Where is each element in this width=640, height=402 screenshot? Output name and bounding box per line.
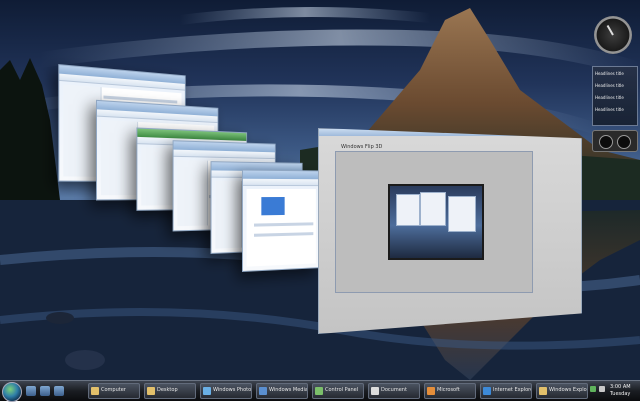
- taskbar-button[interactable]: Microsoft: [424, 383, 476, 399]
- window-sidebar: [100, 119, 138, 196]
- window-content: [335, 151, 533, 293]
- feed-item[interactable]: Headlines title: [595, 71, 635, 76]
- mini-window: [420, 192, 446, 226]
- quick-launch: [24, 384, 84, 398]
- content-line: [253, 222, 314, 227]
- taskbar-button[interactable]: Windows Explorer: [536, 383, 588, 399]
- folder-icon: [91, 387, 99, 395]
- image-thumbnail: [260, 196, 285, 216]
- taskbar-button[interactable]: Windows Media: [256, 383, 308, 399]
- volume-icon[interactable]: [599, 386, 605, 392]
- photo-icon: [203, 387, 211, 395]
- feed-item[interactable]: Headlines title: [595, 83, 635, 88]
- window-sidebar: [141, 147, 175, 206]
- mini-window: [396, 194, 420, 226]
- clock-hand: [606, 24, 614, 36]
- app-icon: [427, 387, 435, 395]
- taskbar-button[interactable]: Desktop: [144, 383, 196, 399]
- feed-item[interactable]: Headlines title: [595, 107, 635, 112]
- window-sidebar: [177, 160, 208, 227]
- stacked-window[interactable]: [241, 169, 321, 273]
- window-title: Windows Flip 3D: [341, 144, 383, 150]
- document-icon: [371, 387, 379, 395]
- folder-icon: [147, 387, 155, 395]
- media-icon: [259, 387, 267, 395]
- cpu-meter-icon[interactable]: [592, 130, 638, 152]
- flip3d-stack: Windows Flip 3D: [0, 0, 640, 380]
- windows-orb-icon[interactable]: [2, 382, 22, 402]
- taskbar-button[interactable]: Windows Photo: [200, 383, 252, 399]
- feed-headlines-gadget[interactable]: Headlines title Headlines title Headline…: [592, 66, 638, 126]
- mini-window: [448, 196, 476, 232]
- window-toolbar: [173, 149, 275, 160]
- feed-item[interactable]: Headlines title: [595, 95, 635, 100]
- folder-icon: [539, 387, 547, 395]
- window-toolbar: [242, 178, 320, 187]
- switch-windows-icon[interactable]: [40, 386, 50, 396]
- taskbar: Computer Desktop Windows Photo Windows M…: [0, 380, 640, 402]
- taskbar-button[interactable]: Computer: [88, 383, 140, 399]
- content-line: [253, 232, 314, 237]
- system-tray: 3:00 AM Tuesday: [588, 383, 638, 399]
- analog-clock-icon[interactable]: [594, 16, 632, 54]
- window-sidebar: [215, 180, 243, 249]
- show-desktop-icon[interactable]: [26, 386, 36, 396]
- windows-sidebar: Headlines title Headlines title Headline…: [592, 6, 638, 152]
- taskbar-button[interactable]: Control Panel: [312, 383, 364, 399]
- taskbar-button[interactable]: Internet Explorer: [480, 383, 532, 399]
- clock-time[interactable]: 3:00 AM: [610, 384, 631, 390]
- clock-day: Tuesday: [610, 391, 631, 397]
- control-panel-icon: [315, 387, 323, 395]
- front-window[interactable]: Windows Flip 3D: [318, 128, 582, 334]
- browser-icon: [483, 387, 491, 395]
- window-titlebar: [319, 129, 581, 136]
- browser-icon[interactable]: [54, 386, 64, 396]
- cpu-gauge: [599, 135, 613, 149]
- memory-gauge: [617, 135, 631, 149]
- taskbar-button[interactable]: Document: [368, 383, 420, 399]
- desktop-preview-thumbnail: [388, 184, 484, 260]
- network-icon[interactable]: [590, 386, 596, 392]
- window-content: [246, 188, 316, 267]
